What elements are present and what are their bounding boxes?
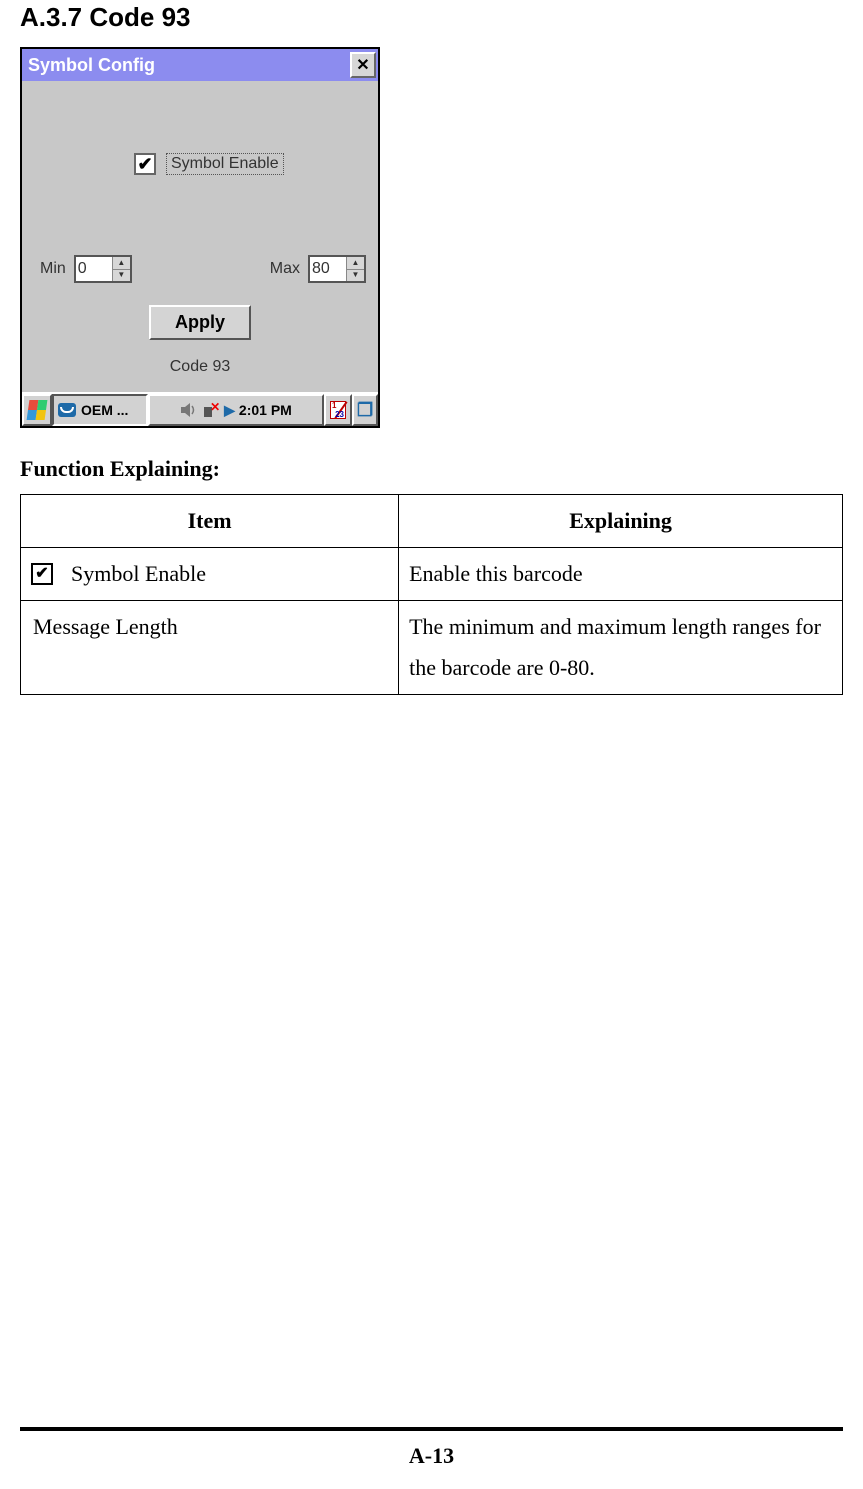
function-explaining-heading: Function Explaining: (20, 456, 843, 482)
chevron-down-icon[interactable]: ▼ (347, 270, 364, 282)
window-titlebar: Symbol Config ✕ (22, 49, 378, 81)
clock[interactable]: 2:01 PM (239, 402, 292, 418)
table-row: Message Length The minimum and maximum l… (21, 600, 843, 695)
cell-explaining: Enable this barcode (399, 547, 843, 600)
symbol-enable-row: ✔ Symbol Enable (134, 153, 366, 175)
dialog-body: ✔ Symbol Enable Min 0 ▲ ▼ Max 80 (22, 81, 378, 392)
page-number: A-13 (0, 1443, 863, 1469)
chevron-down-icon[interactable]: ▼ (113, 270, 130, 282)
min-spinner[interactable]: ▲ ▼ (112, 257, 130, 281)
min-label: Min (40, 260, 66, 278)
min-value: 0 (76, 257, 112, 281)
min-max-row: Min 0 ▲ ▼ Max 80 ▲ ▼ (40, 255, 366, 283)
chevron-up-icon[interactable]: ▲ (113, 257, 130, 270)
checkbox-icon: ✔ (31, 563, 53, 585)
start-button[interactable] (22, 394, 52, 426)
min-input[interactable]: 0 ▲ ▼ (74, 255, 132, 283)
app-icon (58, 403, 76, 417)
close-button[interactable]: ✕ (350, 52, 376, 78)
col-header-explaining: Explaining (399, 495, 843, 548)
windows-stack-icon: ❐ (357, 400, 373, 421)
system-tray: ✕ ▶ 2:01 PM (148, 394, 324, 426)
speaker-icon[interactable] (180, 402, 198, 418)
sip-button[interactable] (324, 394, 352, 426)
arrow-icon[interactable]: ▶ (224, 402, 235, 419)
footer-rule (20, 1427, 843, 1431)
section-heading: A.3.7 Code 93 (20, 2, 843, 33)
cell-item: Message Length (21, 600, 399, 695)
symbol-enable-checkbox[interactable]: ✔ (134, 153, 156, 175)
function-table: Item Explaining ✔ Symbol Enable Enable th… (20, 494, 843, 695)
symbol-enable-label: Symbol Enable (166, 153, 284, 175)
chevron-up-icon[interactable]: ▲ (347, 257, 364, 270)
desktop-button[interactable]: ❐ (352, 394, 378, 426)
symbol-config-window: Symbol Config ✕ ✔ Symbol Enable Min 0 ▲ … (20, 47, 380, 428)
apply-button[interactable]: Apply (149, 305, 251, 340)
taskbar-app-oem[interactable]: OEM ... (52, 394, 148, 426)
table-row: ✔ Symbol Enable Enable this barcode (21, 547, 843, 600)
connection-icon[interactable]: ✕ (202, 401, 220, 419)
table-header-row: Item Explaining (21, 495, 843, 548)
cell-item: ✔ Symbol Enable (21, 547, 399, 600)
cell-item-text: Message Length (33, 614, 178, 639)
cell-explaining: The minimum and maximum length ranges fo… (399, 600, 843, 695)
cell-item-text: Symbol Enable (71, 561, 206, 586)
col-header-item: Item (21, 495, 399, 548)
taskbar-app-label: OEM ... (81, 402, 128, 418)
max-value: 80 (310, 257, 346, 281)
max-input[interactable]: 80 ▲ ▼ (308, 255, 366, 283)
windows-icon (27, 400, 48, 420)
dialog-caption: Code 93 (34, 358, 366, 376)
close-icon: ✕ (356, 55, 369, 75)
taskbar: OEM ... ✕ ▶ 2:01 PM ❐ (22, 392, 378, 426)
keyboard-icon (330, 401, 346, 419)
check-icon: ✔ (137, 154, 152, 175)
max-spinner[interactable]: ▲ ▼ (346, 257, 364, 281)
max-label: Max (270, 260, 300, 278)
window-title: Symbol Config (28, 55, 155, 76)
